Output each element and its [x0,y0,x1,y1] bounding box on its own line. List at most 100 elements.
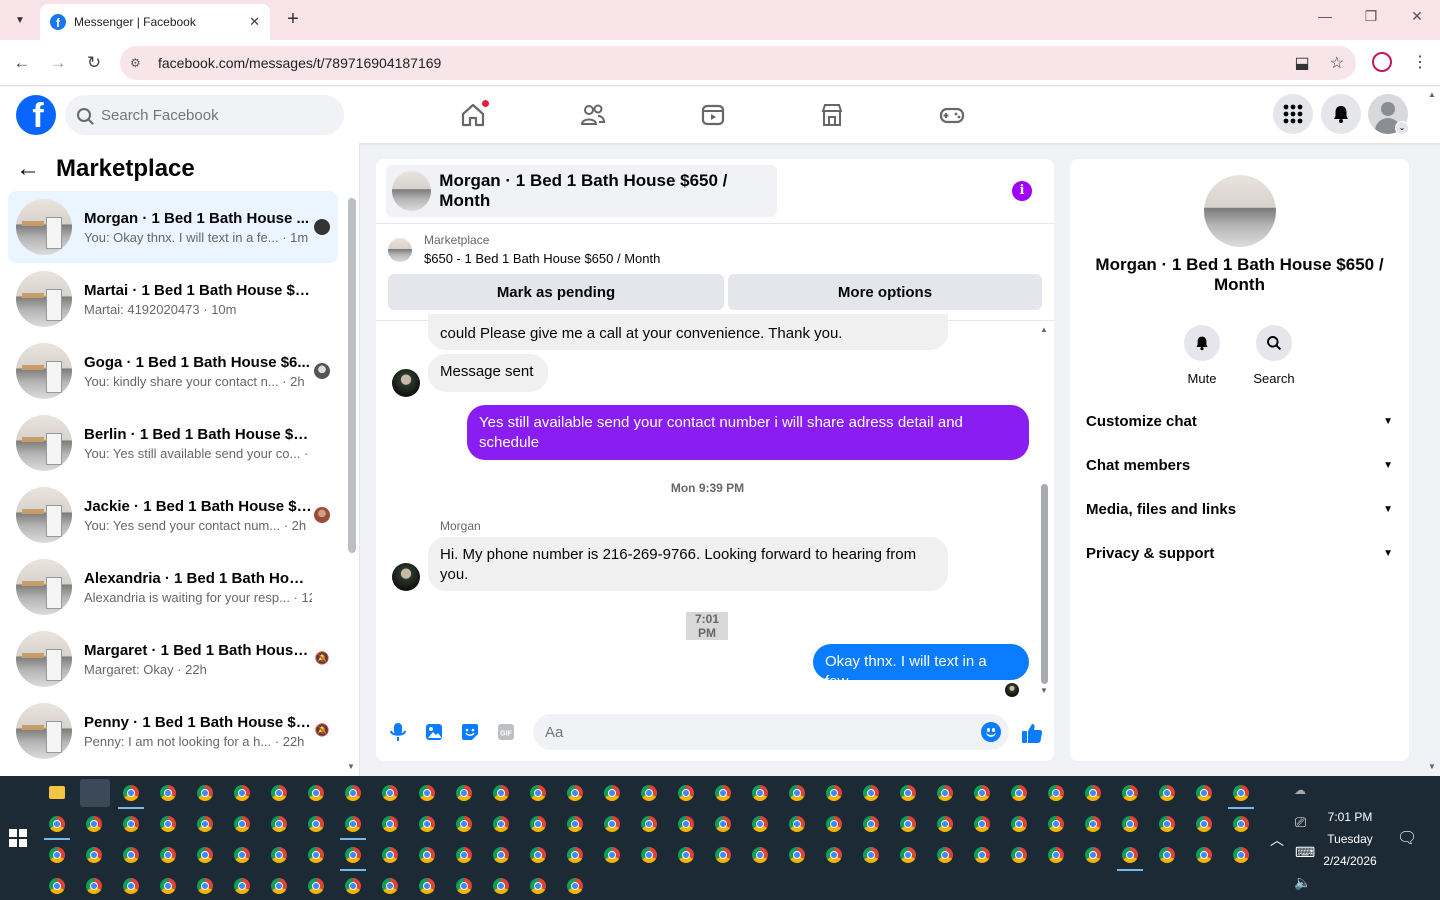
chrome-taskbar-icon[interactable] [826,785,842,801]
chrome-taskbar-icon[interactable] [49,878,65,894]
media-files-links-section[interactable]: Media, files and links ▼ [1086,487,1393,531]
sender-avatar[interactable] [392,369,420,397]
more-options-button[interactable]: More options [728,274,1042,310]
chrome-taskbar-icon[interactable] [1048,785,1064,801]
chrome-taskbar-icon[interactable] [567,785,583,801]
chrome-taskbar-icon[interactable] [49,816,65,832]
chrome-taskbar-icon[interactable] [1122,785,1138,801]
chrome-taskbar-icon[interactable] [123,878,139,894]
minimize-icon[interactable]: — [1310,8,1340,24]
chrome-taskbar-icon[interactable] [493,847,509,863]
chrome-taskbar-icon[interactable] [123,816,139,832]
chat-members-section[interactable]: Chat members ▼ [1086,443,1393,487]
chrome-taskbar-icon[interactable] [493,878,509,894]
chrome-taskbar-icon[interactable] [86,878,102,894]
chrome-taskbar-icon[interactable] [789,816,805,832]
chrome-taskbar-icon[interactable] [1048,847,1064,863]
chrome-taskbar-icon[interactable] [1196,816,1212,832]
message-input[interactable] [545,723,965,741]
chrome-taskbar-icon[interactable] [271,816,287,832]
menu-grid-icon[interactable] [1273,94,1313,134]
marketplace-icon[interactable] [818,101,846,129]
chrome-taskbar-icon[interactable] [974,785,990,801]
tab-search-dropdown-icon[interactable]: ▼ [8,8,32,32]
mute-button[interactable]: Mute [1167,325,1237,386]
chrome-taskbar-icon[interactable] [456,878,472,894]
chrome-taskbar-icon[interactable] [604,847,620,863]
chrome-taskbar-icon[interactable] [1233,785,1249,801]
clock-day[interactable]: Tuesday [1310,832,1390,846]
chrome-taskbar-icon[interactable] [1085,847,1101,863]
scroll-down-arrow-icon[interactable]: ▼ [1040,686,1048,695]
friends-icon[interactable] [579,101,607,129]
tab-close-icon[interactable]: ✕ [249,14,260,30]
chrome-taskbar-icon[interactable] [1159,785,1175,801]
conversation-item[interactable]: Goga · 1 Bed 1 Bath House $6... You: kind… [8,335,338,407]
chrome-taskbar-icon[interactable] [530,785,546,801]
scroll-up-arrow-icon[interactable]: ▲ [1040,325,1048,334]
chrome-taskbar-icon[interactable] [604,785,620,801]
chrome-taskbar-icon[interactable] [1011,785,1027,801]
chrome-taskbar-icon[interactable] [234,847,250,863]
chrome-taskbar-icon[interactable] [160,847,176,863]
chrome-taskbar-icon[interactable] [715,816,731,832]
chrome-taskbar-icon[interactable] [900,816,916,832]
search-input[interactable] [101,106,321,124]
chrome-taskbar-icon[interactable] [789,847,805,863]
chrome-taskbar-icon[interactable] [1048,816,1064,832]
file-explorer-icon[interactable] [49,786,65,799]
device-icon[interactable]: ⎚ [1295,814,1306,831]
site-info-icon[interactable]: ⚙ [130,56,150,70]
new-tab-button[interactable]: + [283,8,303,32]
sender-avatar[interactable] [392,563,420,591]
chrome-taskbar-icon[interactable] [752,816,768,832]
chrome-taskbar-icon[interactable] [1159,816,1175,832]
chrome-taskbar-icon[interactable] [900,785,916,801]
chrome-taskbar-icon[interactable] [1122,847,1138,863]
sticker-icon[interactable] [460,722,480,742]
chrome-taskbar-icon[interactable] [715,847,731,863]
page-scroll-down-arrow-icon[interactable]: ▼ [1428,762,1436,771]
chrome-taskbar-icon[interactable] [308,878,324,894]
chrome-taskbar-icon[interactable] [345,847,361,863]
chat-header[interactable]: Morgan · 1 Bed 1 Bath House $650 / Month [386,165,777,217]
windows-start-icon[interactable] [9,829,27,847]
chrome-taskbar-icon[interactable] [493,785,509,801]
chrome-taskbar-icon[interactable] [123,785,139,801]
chrome-taskbar-icon[interactable] [234,816,250,832]
chrome-taskbar-icon[interactable] [160,878,176,894]
chrome-taskbar-icon[interactable] [1085,785,1101,801]
chrome-taskbar-icon[interactable] [937,847,953,863]
marketplace-listing-row[interactable]: Marketplace $650 - 1 Bed 1 Bath House $6… [388,233,660,266]
chrome-taskbar-icon[interactable] [752,785,768,801]
conversation-item[interactable]: Morgan · 1 Bed 1 Bath House ... You: Okay… [8,191,338,263]
cloud-icon[interactable]: ☁ [1294,783,1306,797]
customize-chat-section[interactable]: Customize chat ▼ [1086,399,1393,443]
chrome-taskbar-icon[interactable] [234,878,250,894]
chrome-taskbar-icon[interactable] [937,785,953,801]
browser-menu-icon[interactable]: ⋮ [1412,52,1428,72]
chrome-taskbar-icon[interactable] [641,816,657,832]
conversation-item[interactable]: Penny · 1 Bed 1 Bath House $6... Penny: I… [8,695,338,767]
chrome-taskbar-icon[interactable] [678,785,694,801]
chrome-taskbar-icon[interactable] [123,847,139,863]
chrome-taskbar-icon[interactable] [900,847,916,863]
chrome-taskbar-icon[interactable] [160,785,176,801]
conversation-item[interactable]: Berlin · 1 Bed 1 Bath House $650... You: … [8,407,338,479]
bookmark-star-icon[interactable]: ☆ [1330,53,1344,73]
chrome-taskbar-icon[interactable] [1011,847,1027,863]
chrome-taskbar-icon[interactable] [826,816,842,832]
chrome-taskbar-icon[interactable] [530,847,546,863]
chrome-taskbar-icon[interactable] [1233,847,1249,863]
chrome-taskbar-icon[interactable] [197,847,213,863]
chrome-taskbar-icon[interactable] [86,847,102,863]
chrome-taskbar-icon[interactable] [863,847,879,863]
close-window-icon[interactable]: ✕ [1402,8,1432,25]
chrome-taskbar-icon[interactable] [752,847,768,863]
chrome-taskbar-icon[interactable] [567,816,583,832]
chrome-taskbar-icon[interactable] [419,785,435,801]
chrome-taskbar-icon[interactable] [271,785,287,801]
search-bar[interactable] [65,95,344,135]
message-composer[interactable] [533,714,1009,750]
chrome-taskbar-icon[interactable] [234,785,250,801]
